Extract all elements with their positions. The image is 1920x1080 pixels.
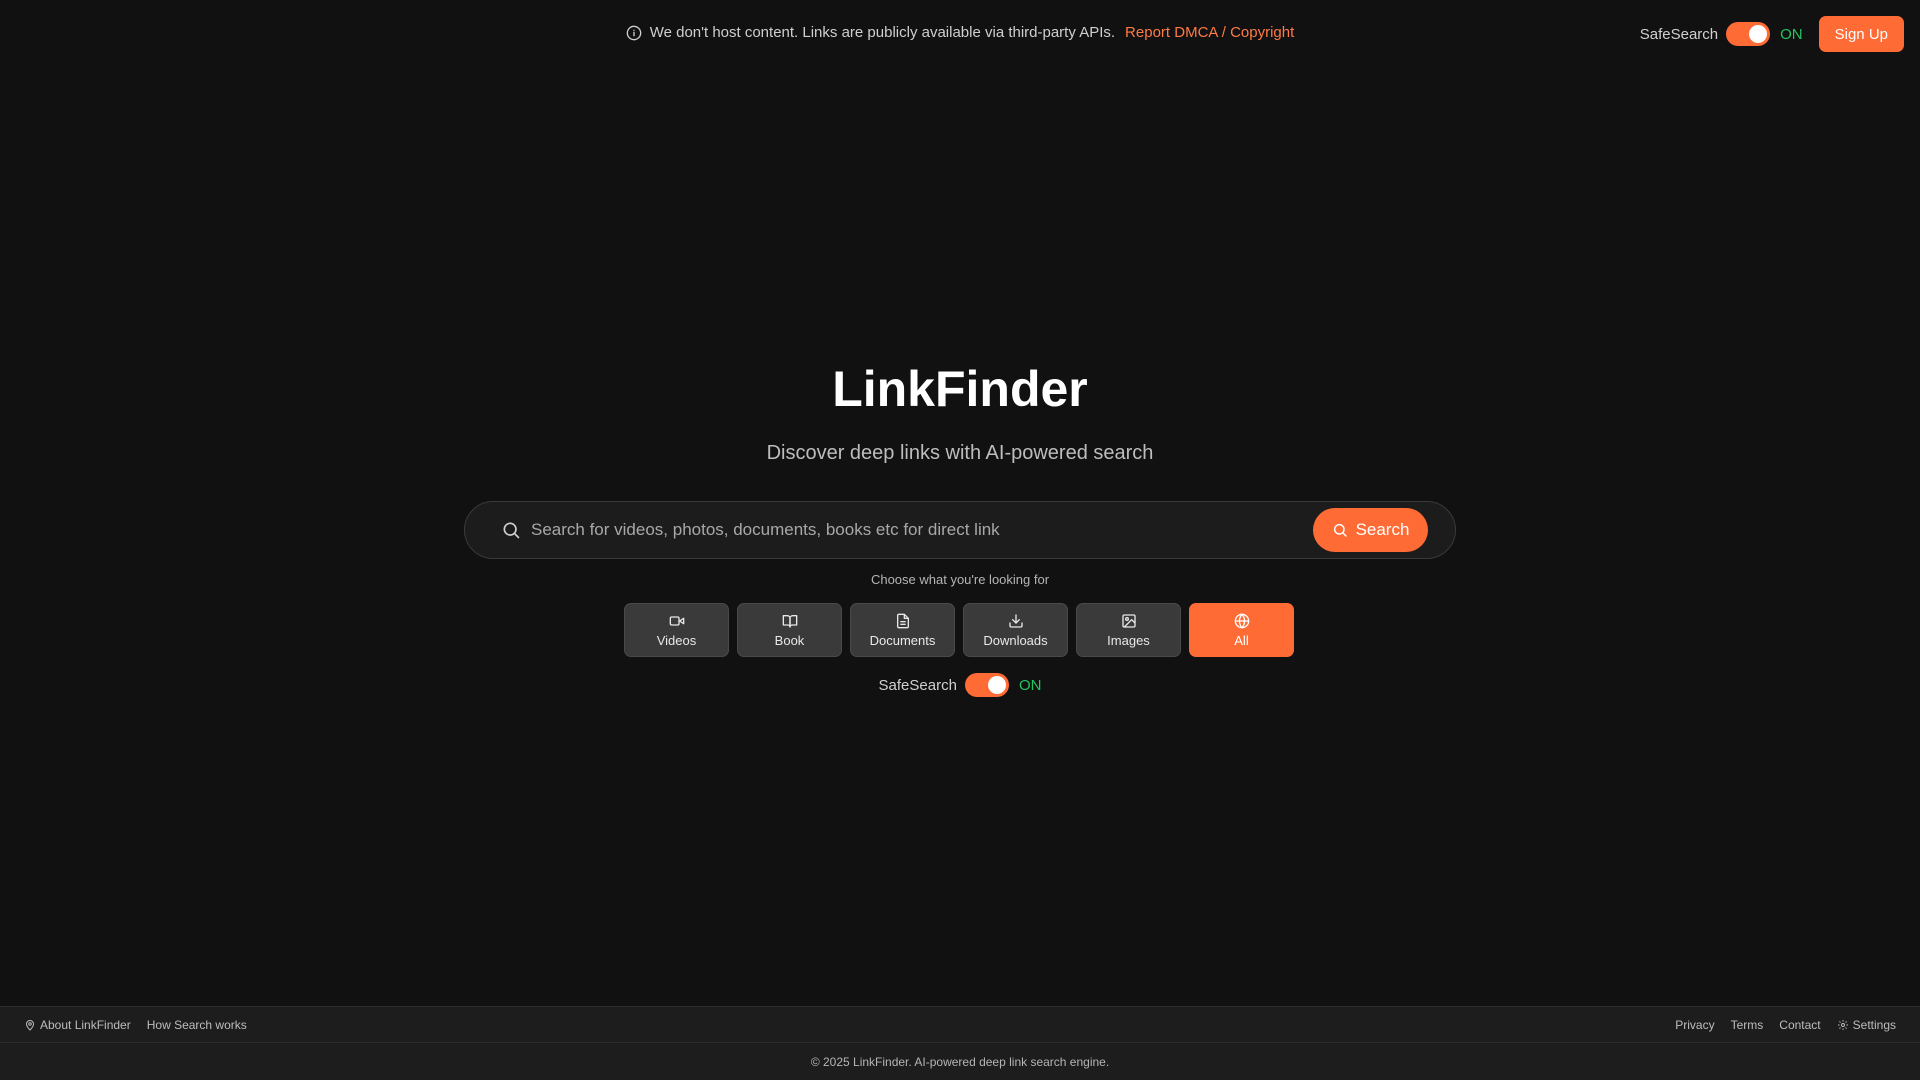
- safesearch-label: SafeSearch: [878, 676, 957, 694]
- safesearch-toggle[interactable]: [964, 673, 1009, 697]
- header-actions: SafeSearch ON Sign Up: [1640, 16, 1904, 52]
- sign-up-button[interactable]: Sign Up: [1818, 16, 1904, 52]
- safesearch-toggle[interactable]: [1726, 22, 1771, 46]
- page-subtitle: Discover deep links with AI-powered sear…: [766, 442, 1154, 464]
- download-icon: [1008, 613, 1023, 628]
- category-downloads[interactable]: Downloads: [963, 603, 1068, 657]
- search-icon: [1333, 523, 1347, 537]
- footer-links: About LinkFinder How Search works Privac…: [0, 1006, 1920, 1043]
- book-icon: [782, 614, 797, 628]
- category-label: Book: [774, 632, 805, 648]
- terms-link[interactable]: Terms: [1731, 1018, 1764, 1032]
- category-label: Videos: [656, 632, 697, 648]
- copyright: © 2025 LinkFinder. AI-powered deep link …: [0, 1043, 1920, 1080]
- how-search-works-link[interactable]: How Search works: [147, 1018, 247, 1032]
- footer-right: Privacy Terms Contact Settings: [1675, 1018, 1896, 1032]
- gear-icon: [1837, 1019, 1848, 1030]
- report-dmca-link[interactable]: Report DMCA / Copyright: [1125, 24, 1294, 41]
- category-label: Images: [1107, 632, 1150, 648]
- image-icon: [1121, 613, 1136, 628]
- notice-text: We don't host content. Links are publicl…: [649, 24, 1116, 41]
- about-link[interactable]: About LinkFinder: [24, 1018, 131, 1032]
- safesearch-state: ON: [1780, 25, 1803, 43]
- category-images[interactable]: Images: [1076, 603, 1181, 657]
- category-label: Downloads: [983, 632, 1048, 648]
- safesearch-state: ON: [1018, 676, 1042, 694]
- category-prompt: Choose what you're looking for: [870, 572, 1050, 587]
- location-pin-icon: [25, 1019, 35, 1031]
- category-videos[interactable]: Videos: [624, 603, 729, 657]
- info-icon: [626, 25, 642, 40]
- notice-bar: We don't host content. Links are publicl…: [0, 24, 1920, 41]
- search-icon: [503, 522, 520, 539]
- footer-left: About LinkFinder How Search works: [24, 1018, 247, 1032]
- toggle-knob: [987, 676, 1006, 694]
- contact-link[interactable]: Contact: [1779, 1018, 1820, 1032]
- search-bar: Search: [464, 501, 1456, 559]
- toggle-knob: [1749, 25, 1768, 43]
- category-label: All: [1234, 632, 1249, 648]
- search-button[interactable]: Search: [1313, 508, 1428, 552]
- category-label: Documents: [869, 632, 936, 648]
- category-book[interactable]: Book: [737, 603, 842, 657]
- page-title: LinkFinder: [832, 361, 1088, 417]
- globe-icon: [1234, 612, 1249, 629]
- category-all[interactable]: All: [1189, 603, 1294, 657]
- privacy-link[interactable]: Privacy: [1675, 1018, 1714, 1032]
- search-button-label: Search: [1355, 520, 1410, 539]
- settings-link[interactable]: Settings: [1837, 1018, 1896, 1032]
- document-icon: [896, 613, 909, 628]
- safesearch-main: SafeSearch ON: [0, 673, 1920, 697]
- video-icon: [669, 615, 684, 626]
- category-documents[interactable]: Documents: [850, 603, 955, 657]
- settings-link-label: Settings: [1852, 1017, 1896, 1032]
- search-input[interactable]: [531, 520, 1313, 540]
- safesearch-label: SafeSearch: [1639, 25, 1719, 43]
- category-selector: Videos Book Documents Downloads Images A…: [624, 603, 1294, 657]
- page: We don't host content. Links are publicl…: [0, 0, 1920, 1080]
- about-link-label: About LinkFinder: [40, 1017, 131, 1032]
